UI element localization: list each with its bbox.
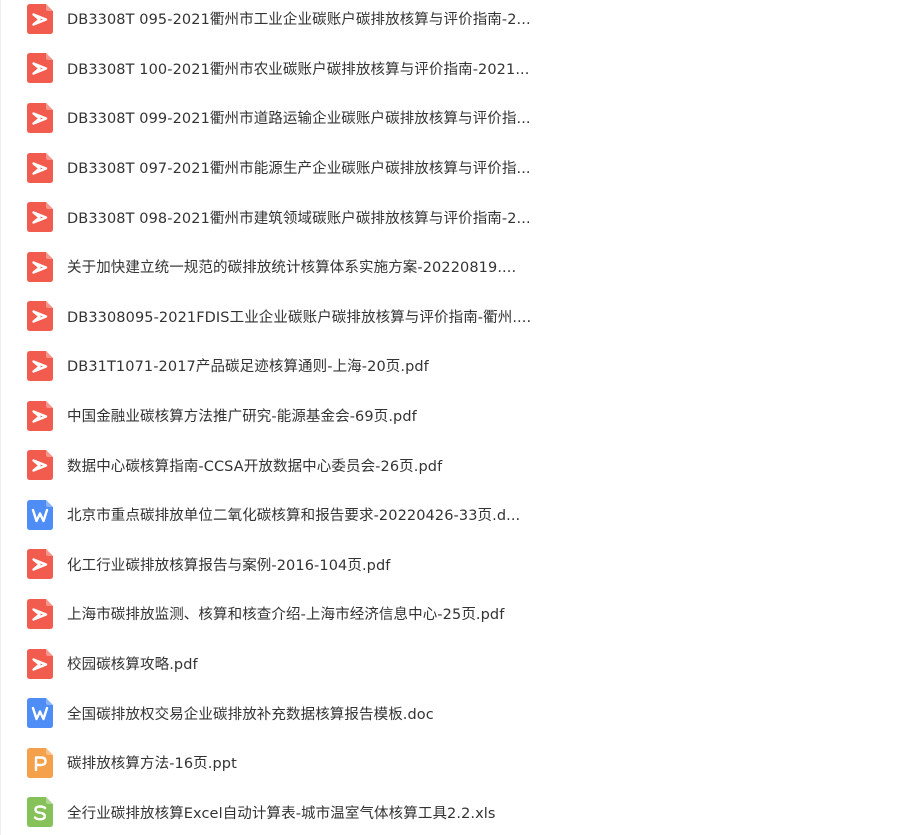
file-row[interactable]: 中国金融业碳核算方法推广研究-能源基金会-69页.pdf [0, 391, 920, 441]
pdf-icon [27, 3, 53, 34]
file-row[interactable]: 化工行业碳排放核算报告与案例-2016-104页.pdf [0, 540, 920, 590]
pdf-icon [27, 102, 53, 133]
file-row[interactable]: 关于加快建立统一规范的碳排放统计核算体系实施方案-20220819.... [0, 242, 920, 292]
file-name: 中国金融业碳核算方法推广研究-能源基金会-69页.pdf [67, 409, 417, 426]
pdf-icon [27, 350, 53, 381]
file-name: 关于加快建立统一规范的碳排放统计核算体系实施方案-20220819.... [67, 260, 517, 277]
file-name: 全行业碳排放核算Excel自动计算表-城市温室气体核算工具2.2.xls [67, 805, 496, 822]
pdf-icon [27, 152, 53, 183]
file-name: 上海市碳排放监测、核算和核查介绍-上海市经济信息中心-25页.pdf [67, 607, 505, 624]
pdf-icon [27, 648, 53, 679]
file-row[interactable]: 上海市碳排放监测、核算和核查介绍-上海市经济信息中心-25页.pdf [0, 589, 920, 639]
powerpoint-icon [27, 747, 53, 778]
file-name: DB3308T 098-2021衢州市建筑领域碳账户碳排放核算与评价指南-2..… [67, 210, 531, 227]
file-name: DB3308T 097-2021衢州市能源生产企业碳账户碳排放核算与评价指... [67, 161, 531, 178]
file-name: 碳排放核算方法-16页.ppt [67, 756, 237, 773]
file-name: DB3308T 100-2021衢州市农业碳账户碳排放核算与评价指南-2021.… [67, 61, 530, 78]
pdf-icon [27, 450, 53, 481]
file-row[interactable]: DB3308095-2021FDIS工业企业碳账户碳排放核算与评价指南-衢州..… [0, 292, 920, 342]
file-name: 数据中心碳核算指南-CCSA开放数据中心委员会-26页.pdf [67, 458, 443, 475]
file-name: 北京市重点碳排放单位二氧化碳核算和报告要求-20220426-33页.d... [67, 508, 521, 525]
file-row[interactable]: 碳排放核算方法-16页.ppt [0, 738, 920, 788]
file-row[interactable]: DB3308T 100-2021衢州市农业碳账户碳排放核算与评价指南-2021.… [0, 44, 920, 94]
file-name: DB31T1071-2017产品碳足迹核算通则-上海-20页.pdf [67, 359, 429, 376]
file-name: DB3308095-2021FDIS工业企业碳账户碳排放核算与评价指南-衢州..… [67, 309, 532, 326]
file-row[interactable]: DB3308T 099-2021衢州市道路运输企业碳账户碳排放核算与评价指... [0, 93, 920, 143]
pdf-icon [27, 598, 53, 629]
file-name: 化工行业碳排放核算报告与案例-2016-104页.pdf [67, 557, 391, 574]
file-name: 全国碳排放权交易企业碳排放补充数据核算报告模板.doc [67, 706, 434, 723]
file-row[interactable]: DB3308T 098-2021衢州市建筑领域碳账户碳排放核算与评价指南-2..… [0, 192, 920, 242]
file-row[interactable]: DB3308T 095-2021衢州市工业企业碳账户碳排放核算与评价指南-2..… [0, 0, 920, 44]
pdf-icon [27, 400, 53, 431]
file-name: DB3308T 099-2021衢州市道路运输企业碳账户碳排放核算与评价指... [67, 111, 531, 128]
pdf-icon [27, 251, 53, 282]
file-row[interactable]: DB3308T 097-2021衢州市能源生产企业碳账户碳排放核算与评价指... [0, 143, 920, 193]
file-list: DB3308T 095-2021衢州市工业企业碳账户碳排放核算与评价指南-2..… [0, 0, 920, 835]
word-icon [27, 499, 53, 530]
pdf-icon [27, 549, 53, 580]
file-row[interactable]: 全国碳排放权交易企业碳排放补充数据核算报告模板.doc [0, 688, 920, 738]
pdf-icon [27, 301, 53, 332]
file-name: 校园碳核算攻略.pdf [67, 657, 198, 674]
file-row[interactable]: 全行业碳排放核算Excel自动计算表-城市温室气体核算工具2.2.xls [0, 788, 920, 835]
file-row[interactable]: 数据中心碳核算指南-CCSA开放数据中心委员会-26页.pdf [0, 440, 920, 490]
word-icon [27, 698, 53, 729]
pdf-icon [27, 53, 53, 84]
file-row[interactable]: 北京市重点碳排放单位二氧化碳核算和报告要求-20220426-33页.d... [0, 490, 920, 540]
file-name: DB3308T 095-2021衢州市工业企业碳账户碳排放核算与评价指南-2..… [67, 12, 531, 29]
pdf-icon [27, 202, 53, 233]
file-row[interactable]: 校园碳核算攻略.pdf [0, 639, 920, 689]
excel-icon [27, 797, 53, 828]
file-row[interactable]: DB31T1071-2017产品碳足迹核算通则-上海-20页.pdf [0, 341, 920, 391]
